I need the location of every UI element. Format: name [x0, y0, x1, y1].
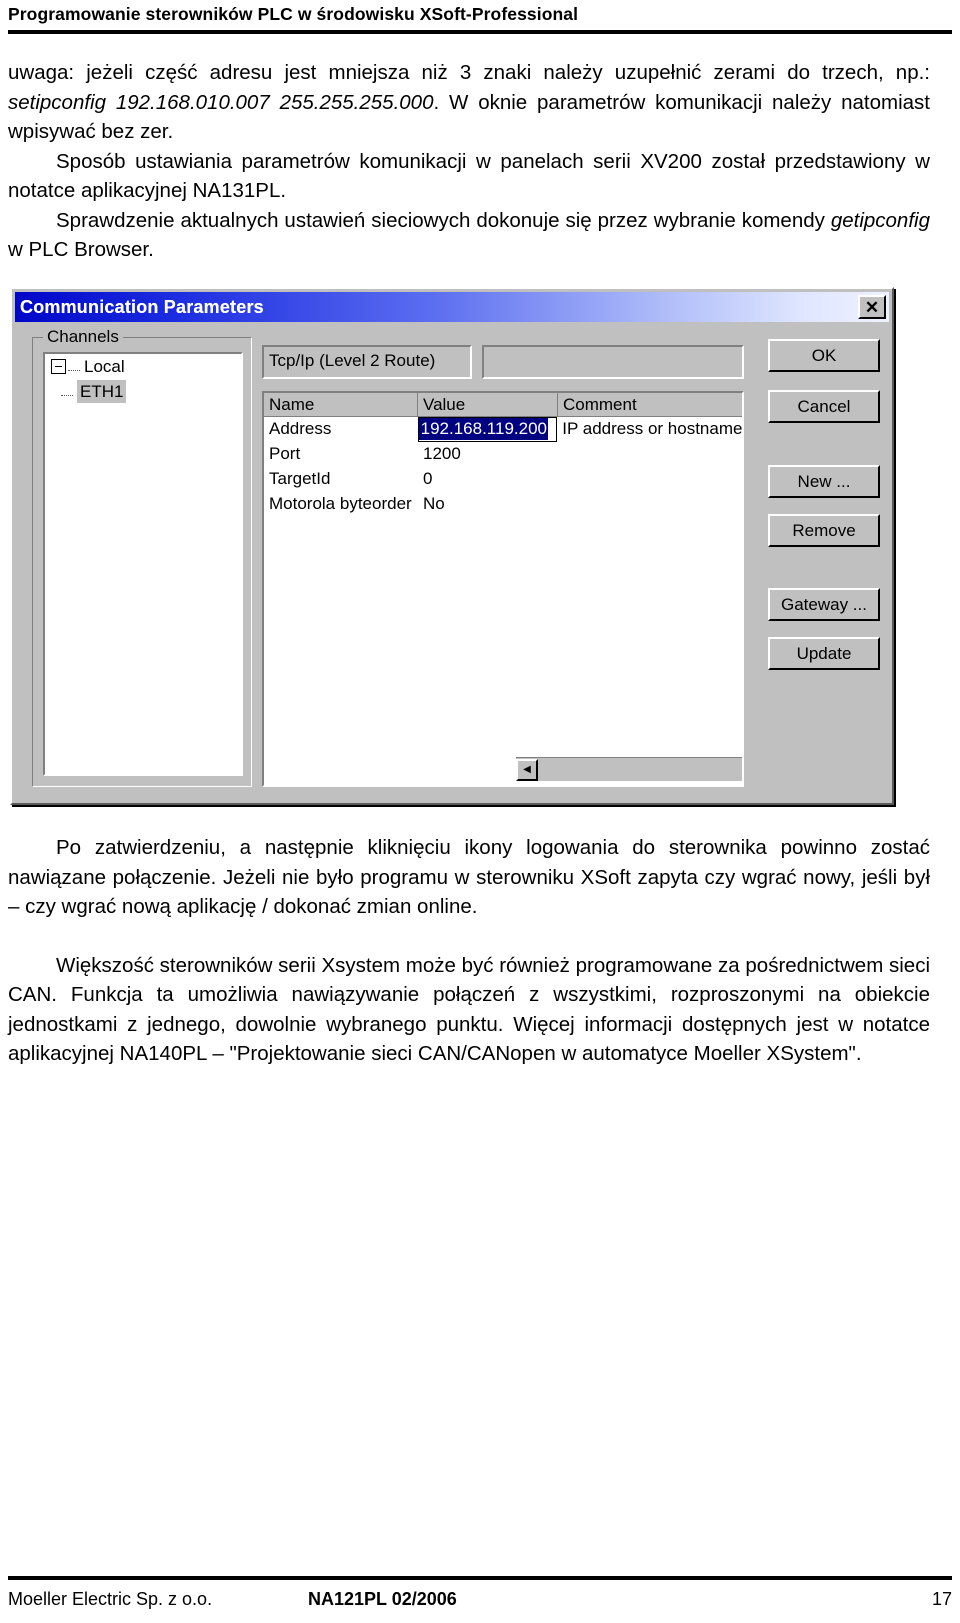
paragraph-getipconfig-part1: Sprawdzenie aktualnych ustawień sieciowy…: [56, 208, 831, 232]
grid-header-row: Name Value Comment: [264, 393, 742, 417]
channels-tree[interactable]: Local ETH1: [43, 352, 243, 776]
footer-document-id: NA121PL 02/2006: [308, 1589, 457, 1609]
paragraph-getipconfig-part2: w PLC Browser.: [8, 238, 154, 261]
cell-name: Motorola byteorder: [269, 494, 412, 513]
dialog-title: Communication Parameters: [20, 296, 264, 317]
paragraph-note-part1: uwaga: jeżeli część adresu jest mniejsza…: [8, 61, 930, 84]
channels-group-label: Channels: [43, 326, 123, 348]
page-footer: Moeller Electric Sp. z o.o. NA121PL 02/2…: [8, 1586, 952, 1612]
cell-name: Address: [269, 419, 332, 438]
scroll-left-icon[interactable]: ◀: [516, 758, 538, 781]
parameters-grid: Name Value Comment Address 192.168.119.2…: [262, 391, 744, 787]
cell-value[interactable]: 0: [418, 467, 558, 491]
cancel-button[interactable]: Cancel: [768, 390, 880, 423]
table-row[interactable]: Motorola byteorder No: [264, 492, 742, 517]
new-button[interactable]: New ...: [768, 465, 880, 498]
cell-value[interactable]: No: [418, 492, 558, 516]
channels-groupbox: Channels Local ETH1: [32, 326, 252, 787]
cell-value[interactable]: 1200: [418, 442, 558, 466]
paragraph-note-command: setipconfig 192.168.010.007 255.255.255.…: [8, 90, 434, 114]
paragraph-can: Większość sterowników serii Xsystem może…: [8, 953, 930, 1066]
remove-button[interactable]: Remove: [768, 514, 880, 547]
cell-comment: IP address or hostname: [562, 419, 743, 438]
paragraph-note: uwaga: jeżeli część adresu jest mniejsza…: [8, 58, 930, 147]
document-body-bottom: Po zatwierdzeniu, a następnie kliknięciu…: [8, 833, 930, 1069]
horizontal-scrollbar[interactable]: ◀ ▶: [516, 757, 742, 781]
minus-box-icon[interactable]: [51, 359, 66, 374]
footer-page-number: 17: [931, 1589, 952, 1609]
header-divider: [8, 30, 952, 34]
column-header-value[interactable]: Value: [418, 393, 558, 417]
scrollbar-track[interactable]: [538, 758, 742, 781]
document-body-top: uwaga: jeżeli część adresu jest mniejsza…: [8, 58, 930, 265]
cell-name: Port: [269, 444, 301, 463]
ok-button[interactable]: OK: [768, 339, 880, 372]
page-title: Programowanie sterowników PLC w środowis…: [8, 4, 579, 24]
tree-item-local[interactable]: Local: [45, 354, 241, 379]
tree-item-eth1[interactable]: ETH1: [45, 379, 241, 404]
paragraph-getipconfig: Sprawdzenie aktualnych ustawień sieciowy…: [8, 206, 930, 265]
update-button[interactable]: Update: [768, 637, 880, 670]
tree-connector-icon: [61, 387, 73, 396]
paragraph-getipconfig-command: getipconfig: [830, 208, 930, 232]
paragraph-xv200: Sposób ustawiania parametrów komunikacji…: [8, 149, 930, 203]
gateway-button[interactable]: Gateway ...: [768, 588, 880, 621]
communication-parameters-dialog: Communication Parameters ✕ Channels Loca…: [10, 287, 894, 805]
cell-value-text: 192.168.119.200: [418, 418, 548, 440]
cell-value-editing[interactable]: 192.168.119.200: [417, 417, 558, 442]
dialog-titlebar[interactable]: Communication Parameters ✕: [15, 292, 889, 322]
table-row[interactable]: TargetId 0: [264, 467, 742, 492]
tree-connector-icon: [68, 362, 80, 371]
close-icon[interactable]: ✕: [858, 295, 886, 319]
column-header-comment[interactable]: Comment: [558, 393, 742, 417]
column-header-name[interactable]: Name: [264, 393, 418, 417]
tree-item-eth1-label: ETH1: [77, 380, 127, 403]
table-row[interactable]: Port 1200: [264, 442, 742, 467]
cell-name: TargetId: [269, 469, 331, 488]
table-row[interactable]: Address 192.168.119.200 IP address or ho…: [264, 417, 742, 442]
footer-company: Moeller Electric Sp. z o.o.: [8, 1589, 213, 1609]
footer-divider: [8, 1576, 952, 1580]
page-header: Programowanie sterowników PLC w środowis…: [8, 2, 952, 26]
tree-item-local-label: Local: [84, 357, 125, 376]
channel-name-field[interactable]: [482, 345, 744, 379]
paragraph-login: Po zatwierdzeniu, a następnie kliknięciu…: [8, 836, 930, 918]
driver-field[interactable]: Tcp/Ip (Level 2 Route): [262, 345, 472, 379]
